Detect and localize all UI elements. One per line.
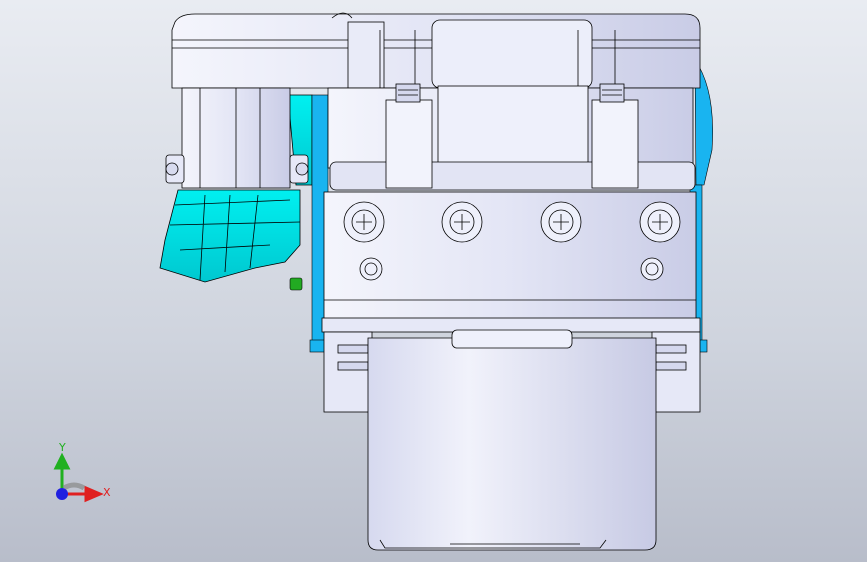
ecu-cover xyxy=(171,12,701,89)
pump-motor xyxy=(323,329,701,551)
green-fitting xyxy=(289,277,303,291)
rotation-arc xyxy=(62,482,86,491)
port-4 xyxy=(639,201,681,243)
port-3 xyxy=(540,201,582,243)
port-1 xyxy=(343,201,385,243)
z-axis-dot xyxy=(56,488,68,500)
connector-block xyxy=(165,87,309,189)
port-small-right xyxy=(640,257,664,281)
valve-section xyxy=(327,83,696,191)
abs-hydraulic-unit-model[interactable] xyxy=(0,0,867,562)
graphics-viewport[interactable]: Y X xyxy=(0,0,867,562)
triad-graphic xyxy=(53,452,104,503)
y-axis-label: Y xyxy=(59,441,66,454)
coordinate-triad: Y X xyxy=(40,438,130,518)
port-2 xyxy=(441,201,483,243)
x-axis-label: X xyxy=(103,486,111,499)
port-small-left xyxy=(359,257,383,281)
